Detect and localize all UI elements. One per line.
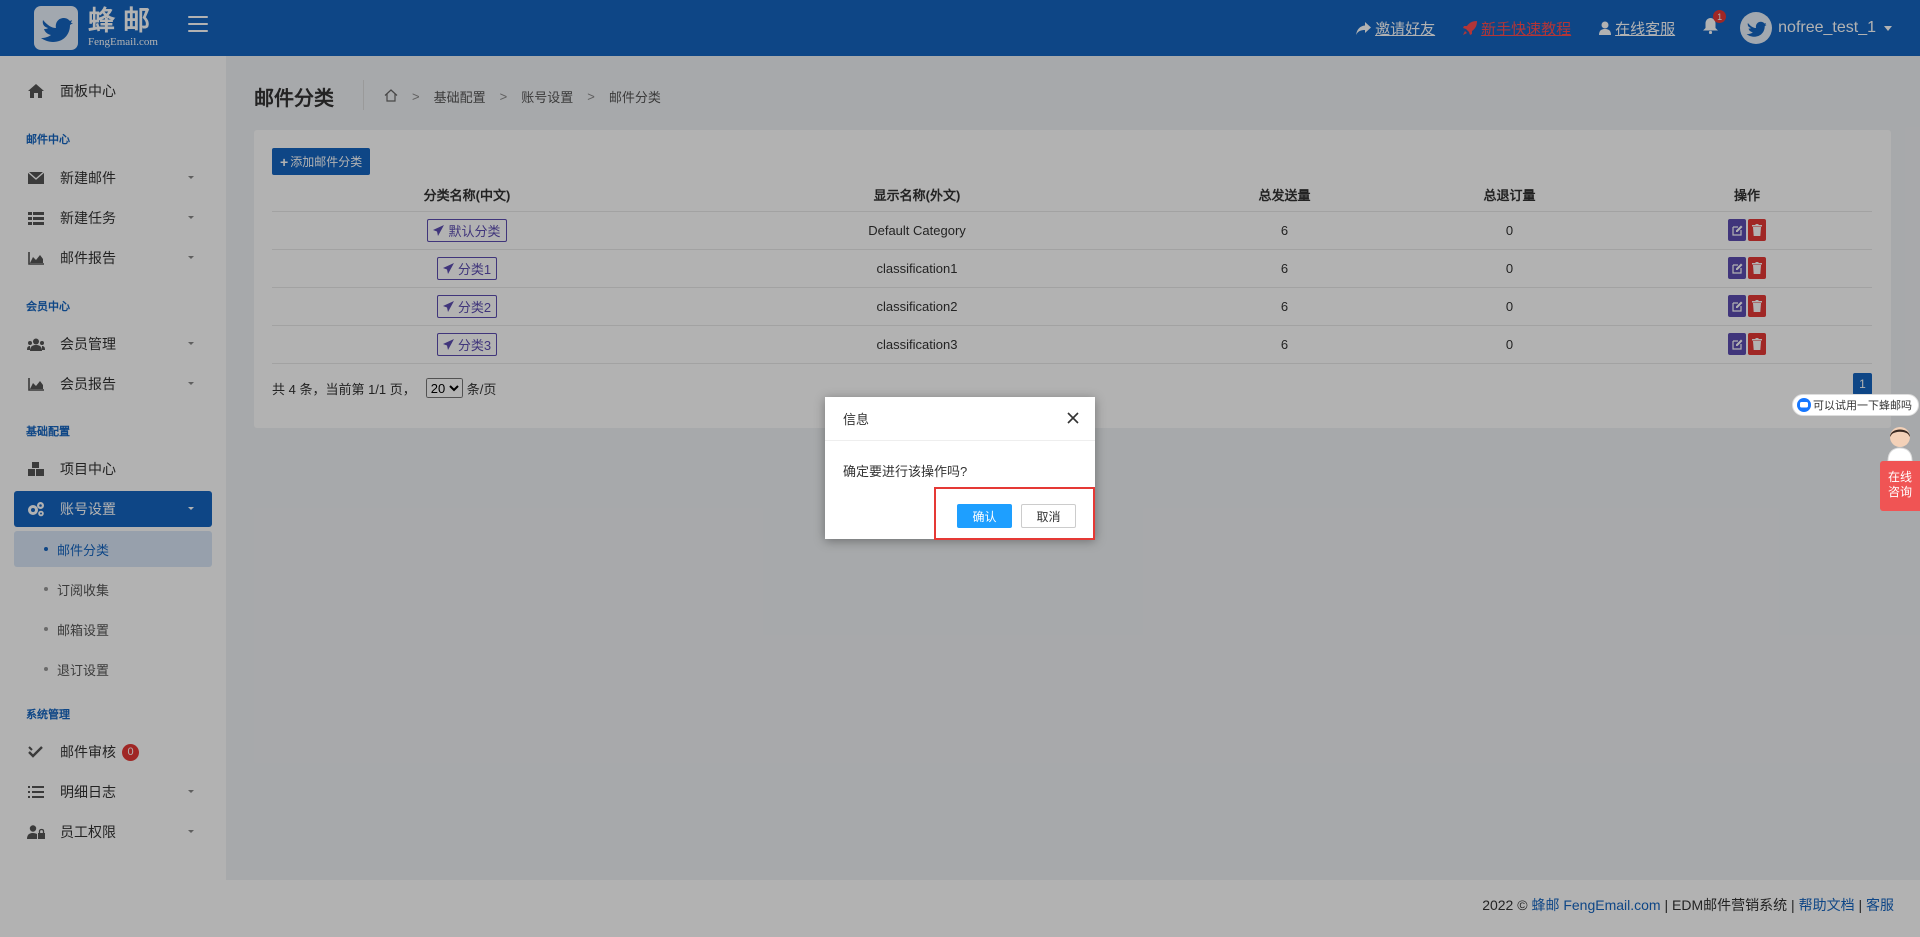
- online-consult-widget[interactable]: 在线 咨询: [1880, 425, 1920, 511]
- online-consult-button[interactable]: 在线 咨询: [1880, 461, 1920, 511]
- confirm-button[interactable]: 确认: [957, 504, 1012, 528]
- cancel-button[interactable]: 取消: [1021, 504, 1076, 528]
- chat-prompt-bubble[interactable]: 可以试用一下蜂邮吗: [1792, 394, 1919, 416]
- close-icon[interactable]: [1066, 411, 1080, 425]
- chat-icon: [1797, 398, 1811, 412]
- dialog-message: 确定要进行该操作吗?: [843, 464, 968, 479]
- support-agent-avatar-icon: [1884, 425, 1916, 462]
- dialog-title: 信息: [825, 397, 1095, 441]
